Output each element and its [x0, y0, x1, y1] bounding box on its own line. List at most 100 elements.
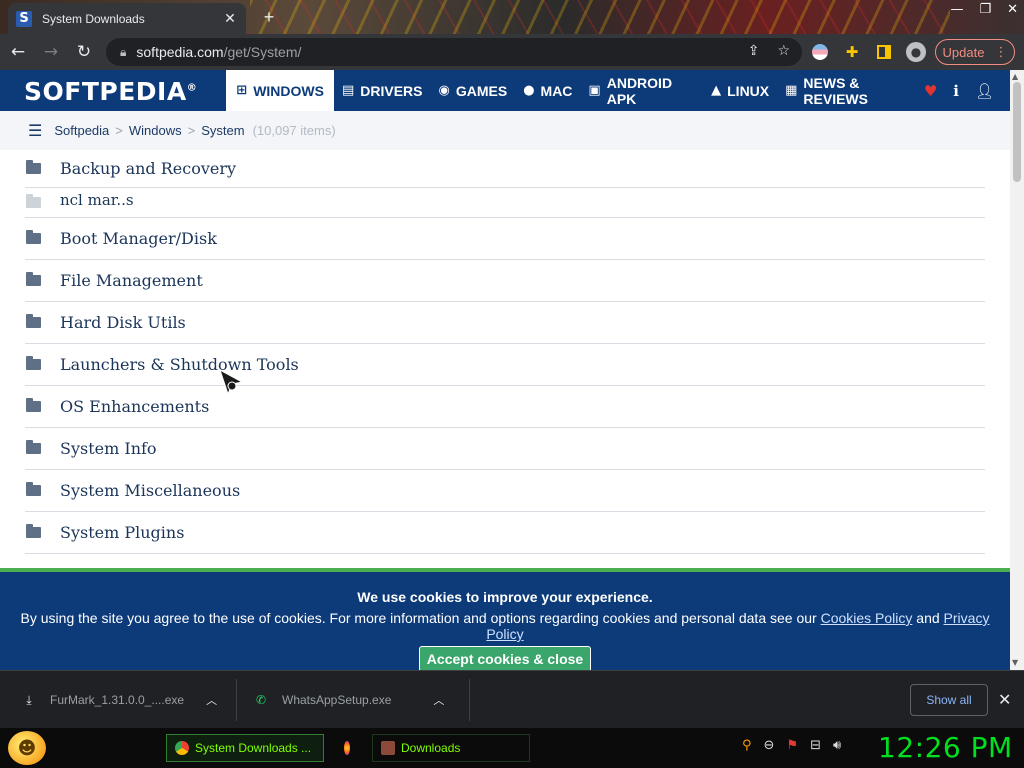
minimize-button[interactable]: —	[950, 2, 963, 17]
heart-icon[interactable]: ♥	[924, 82, 937, 100]
nav-mac[interactable]: ● MAC	[515, 70, 580, 111]
search-icon[interactable]: ⚲	[742, 738, 752, 753]
hamburger-menu-icon[interactable]: ☰	[28, 121, 42, 140]
softpedia-logo[interactable]: SOFTPEDIA®	[0, 70, 226, 111]
android-icon: ▣	[588, 83, 601, 98]
taskbar-downloads-label: Downloads	[401, 741, 461, 755]
category-item[interactable]: Launchers & Shutdown Tools	[25, 344, 985, 386]
reload-button[interactable]: ↻	[69, 38, 99, 66]
more-menu-icon: ⋮	[994, 44, 1008, 60]
tab-title: System Downloads	[42, 11, 145, 26]
close-tab-icon[interactable]: ✕	[222, 10, 238, 27]
download-divider	[236, 679, 237, 721]
start-button-smiley-icon[interactable]: ☻	[8, 731, 46, 765]
bookmark-star-icon[interactable]: ☆	[777, 43, 790, 59]
nav-mac-label: MAC	[540, 82, 573, 99]
url-host: softpedia.com	[136, 44, 224, 60]
nav-drivers[interactable]: ▤ DRIVERS	[334, 70, 431, 111]
nav-linux[interactable]: ▲ LINUX	[703, 70, 777, 111]
download-item[interactable]: ✆ WhatsAppSetup.exe ︿	[252, 671, 444, 729]
cookie-title: We use cookies to improve your experienc…	[357, 589, 653, 605]
folder-icon	[26, 230, 41, 244]
nav-linux-label: LINUX	[727, 82, 770, 99]
scrollbar-thumb[interactable]	[1013, 82, 1021, 182]
flag-icon[interactable]: ⚑	[786, 738, 798, 753]
download-divider	[469, 679, 470, 721]
tray-circle-icon[interactable]: ⊖	[764, 738, 775, 753]
folder-icon	[26, 272, 41, 286]
page-scrollbar[interactable]: ▲ ▼	[1010, 70, 1024, 670]
category-label: Launchers & Shutdown Tools	[60, 355, 299, 374]
taskbar-chrome-label: System Downloads ...	[195, 741, 312, 755]
info-icon[interactable]: ℹ	[953, 82, 959, 100]
lock-icon[interactable]: 🔒︎	[120, 45, 126, 60]
nav-android[interactable]: ▣ ANDROID APK	[580, 70, 703, 111]
category-item[interactable]: OS Enhancements	[25, 386, 985, 428]
taskbar-firefox[interactable]	[336, 734, 364, 762]
extensions-puzzle-icon[interactable]: ✚	[842, 38, 862, 66]
scroll-down-icon[interactable]: ▼	[1012, 658, 1018, 667]
taskbar-chrome[interactable]: System Downloads ...	[166, 734, 324, 762]
new-tab-button[interactable]: +	[258, 7, 280, 28]
system-tray: ⚲ ⊖ ⚑ ⊟ 🔊︎	[742, 738, 841, 753]
category-label: Backup and Recovery	[60, 159, 237, 178]
side-panel-icon[interactable]	[874, 38, 894, 66]
profile-extension-icon[interactable]	[810, 38, 830, 66]
desktop-wallpaper-strip	[250, 0, 950, 34]
user-icon[interactable]: 👤︎	[975, 82, 994, 100]
firefox-icon	[344, 741, 350, 755]
scroll-up-icon[interactable]: ▲	[1012, 72, 1018, 81]
category-label: Boot Manager/Disk	[60, 229, 217, 248]
folder-icon	[381, 741, 395, 755]
maximize-button[interactable]: ❐	[979, 2, 991, 17]
category-item[interactable]: System Miscellaneous	[25, 470, 985, 512]
category-item[interactable]: File Management	[25, 260, 985, 302]
installer-icon: ⤓	[26, 692, 32, 707]
nav-windows-label: WINDOWS	[253, 82, 324, 99]
update-button[interactable]: Update ⋮	[935, 39, 1015, 65]
window-controls: — ❐ ✕	[950, 2, 1018, 17]
cookies-policy-link[interactable]: Cookies Policy	[821, 610, 913, 626]
network-icon[interactable]: ⊟	[810, 738, 821, 753]
category-item[interactable]: Hard Disk Utils	[25, 302, 985, 344]
logo-text: SOFTPEDIA	[24, 77, 187, 106]
category-item[interactable]: Backup and Recovery	[25, 150, 985, 188]
breadcrumb-windows[interactable]: Windows	[129, 123, 182, 138]
share-icon[interactable]: ⇪	[748, 43, 760, 59]
folder-icon	[26, 356, 41, 370]
browser-toolbar: ← → ↻ 🔒︎ softpedia.com/get/System/ ⇪ ☆ ✚…	[0, 34, 1024, 70]
breadcrumb-system[interactable]: System	[201, 123, 244, 138]
close-window-button[interactable]: ✕	[1007, 2, 1018, 17]
taskbar-downloads[interactable]: Downloads	[372, 734, 530, 762]
category-item[interactable]: ncl mar..s	[25, 188, 985, 218]
folder-icon	[26, 398, 41, 412]
breadcrumb-separator: >	[187, 123, 196, 138]
browser-tab[interactable]: S System Downloads ✕	[8, 3, 246, 34]
category-item[interactable]: System Plugins	[25, 512, 985, 554]
cookie-banner: We use cookies to improve your experienc…	[0, 568, 1010, 670]
softpedia-favicon-icon: S	[16, 10, 32, 27]
chevron-up-icon[interactable]: ︿	[206, 692, 217, 708]
nav-news[interactable]: ▦ NEWS & REVIEWS	[777, 70, 924, 111]
close-download-bar-icon[interactable]: ✕	[998, 690, 1011, 709]
download-bar: ⤓ FurMark_1.31.0.0_....exe ︿ ✆ WhatsAppS…	[0, 670, 1024, 728]
address-bar[interactable]: 🔒︎ softpedia.com/get/System/ ⇪ ☆	[106, 38, 802, 66]
volume-icon[interactable]: 🔊︎	[833, 738, 841, 753]
breadcrumb-softpedia[interactable]: Softpedia	[54, 123, 109, 138]
url-path: /get/System/	[223, 44, 302, 60]
show-all-button[interactable]: Show all	[910, 684, 988, 716]
download-filename: FurMark_1.31.0.0_....exe	[50, 693, 185, 707]
forward-button[interactable]: →	[36, 38, 66, 66]
back-button[interactable]: ←	[3, 38, 33, 66]
nav-news-label: NEWS & REVIEWS	[803, 74, 868, 107]
folder-icon	[26, 440, 41, 454]
profile-avatar[interactable]: ●	[905, 38, 927, 66]
accept-cookies-button[interactable]: Accept cookies & close	[418, 646, 592, 670]
nav-windows[interactable]: ⊞ WINDOWS	[226, 70, 334, 111]
download-item[interactable]: ⤓ FurMark_1.31.0.0_....exe ︿	[20, 671, 217, 729]
taskbar-clock[interactable]: 12:26 PM	[878, 731, 1013, 764]
nav-games[interactable]: ◉ GAMES	[431, 70, 516, 111]
category-item[interactable]: Boot Manager/Disk	[25, 218, 985, 260]
chevron-up-icon[interactable]: ︿	[433, 692, 444, 708]
category-item[interactable]: System Info	[25, 428, 985, 470]
